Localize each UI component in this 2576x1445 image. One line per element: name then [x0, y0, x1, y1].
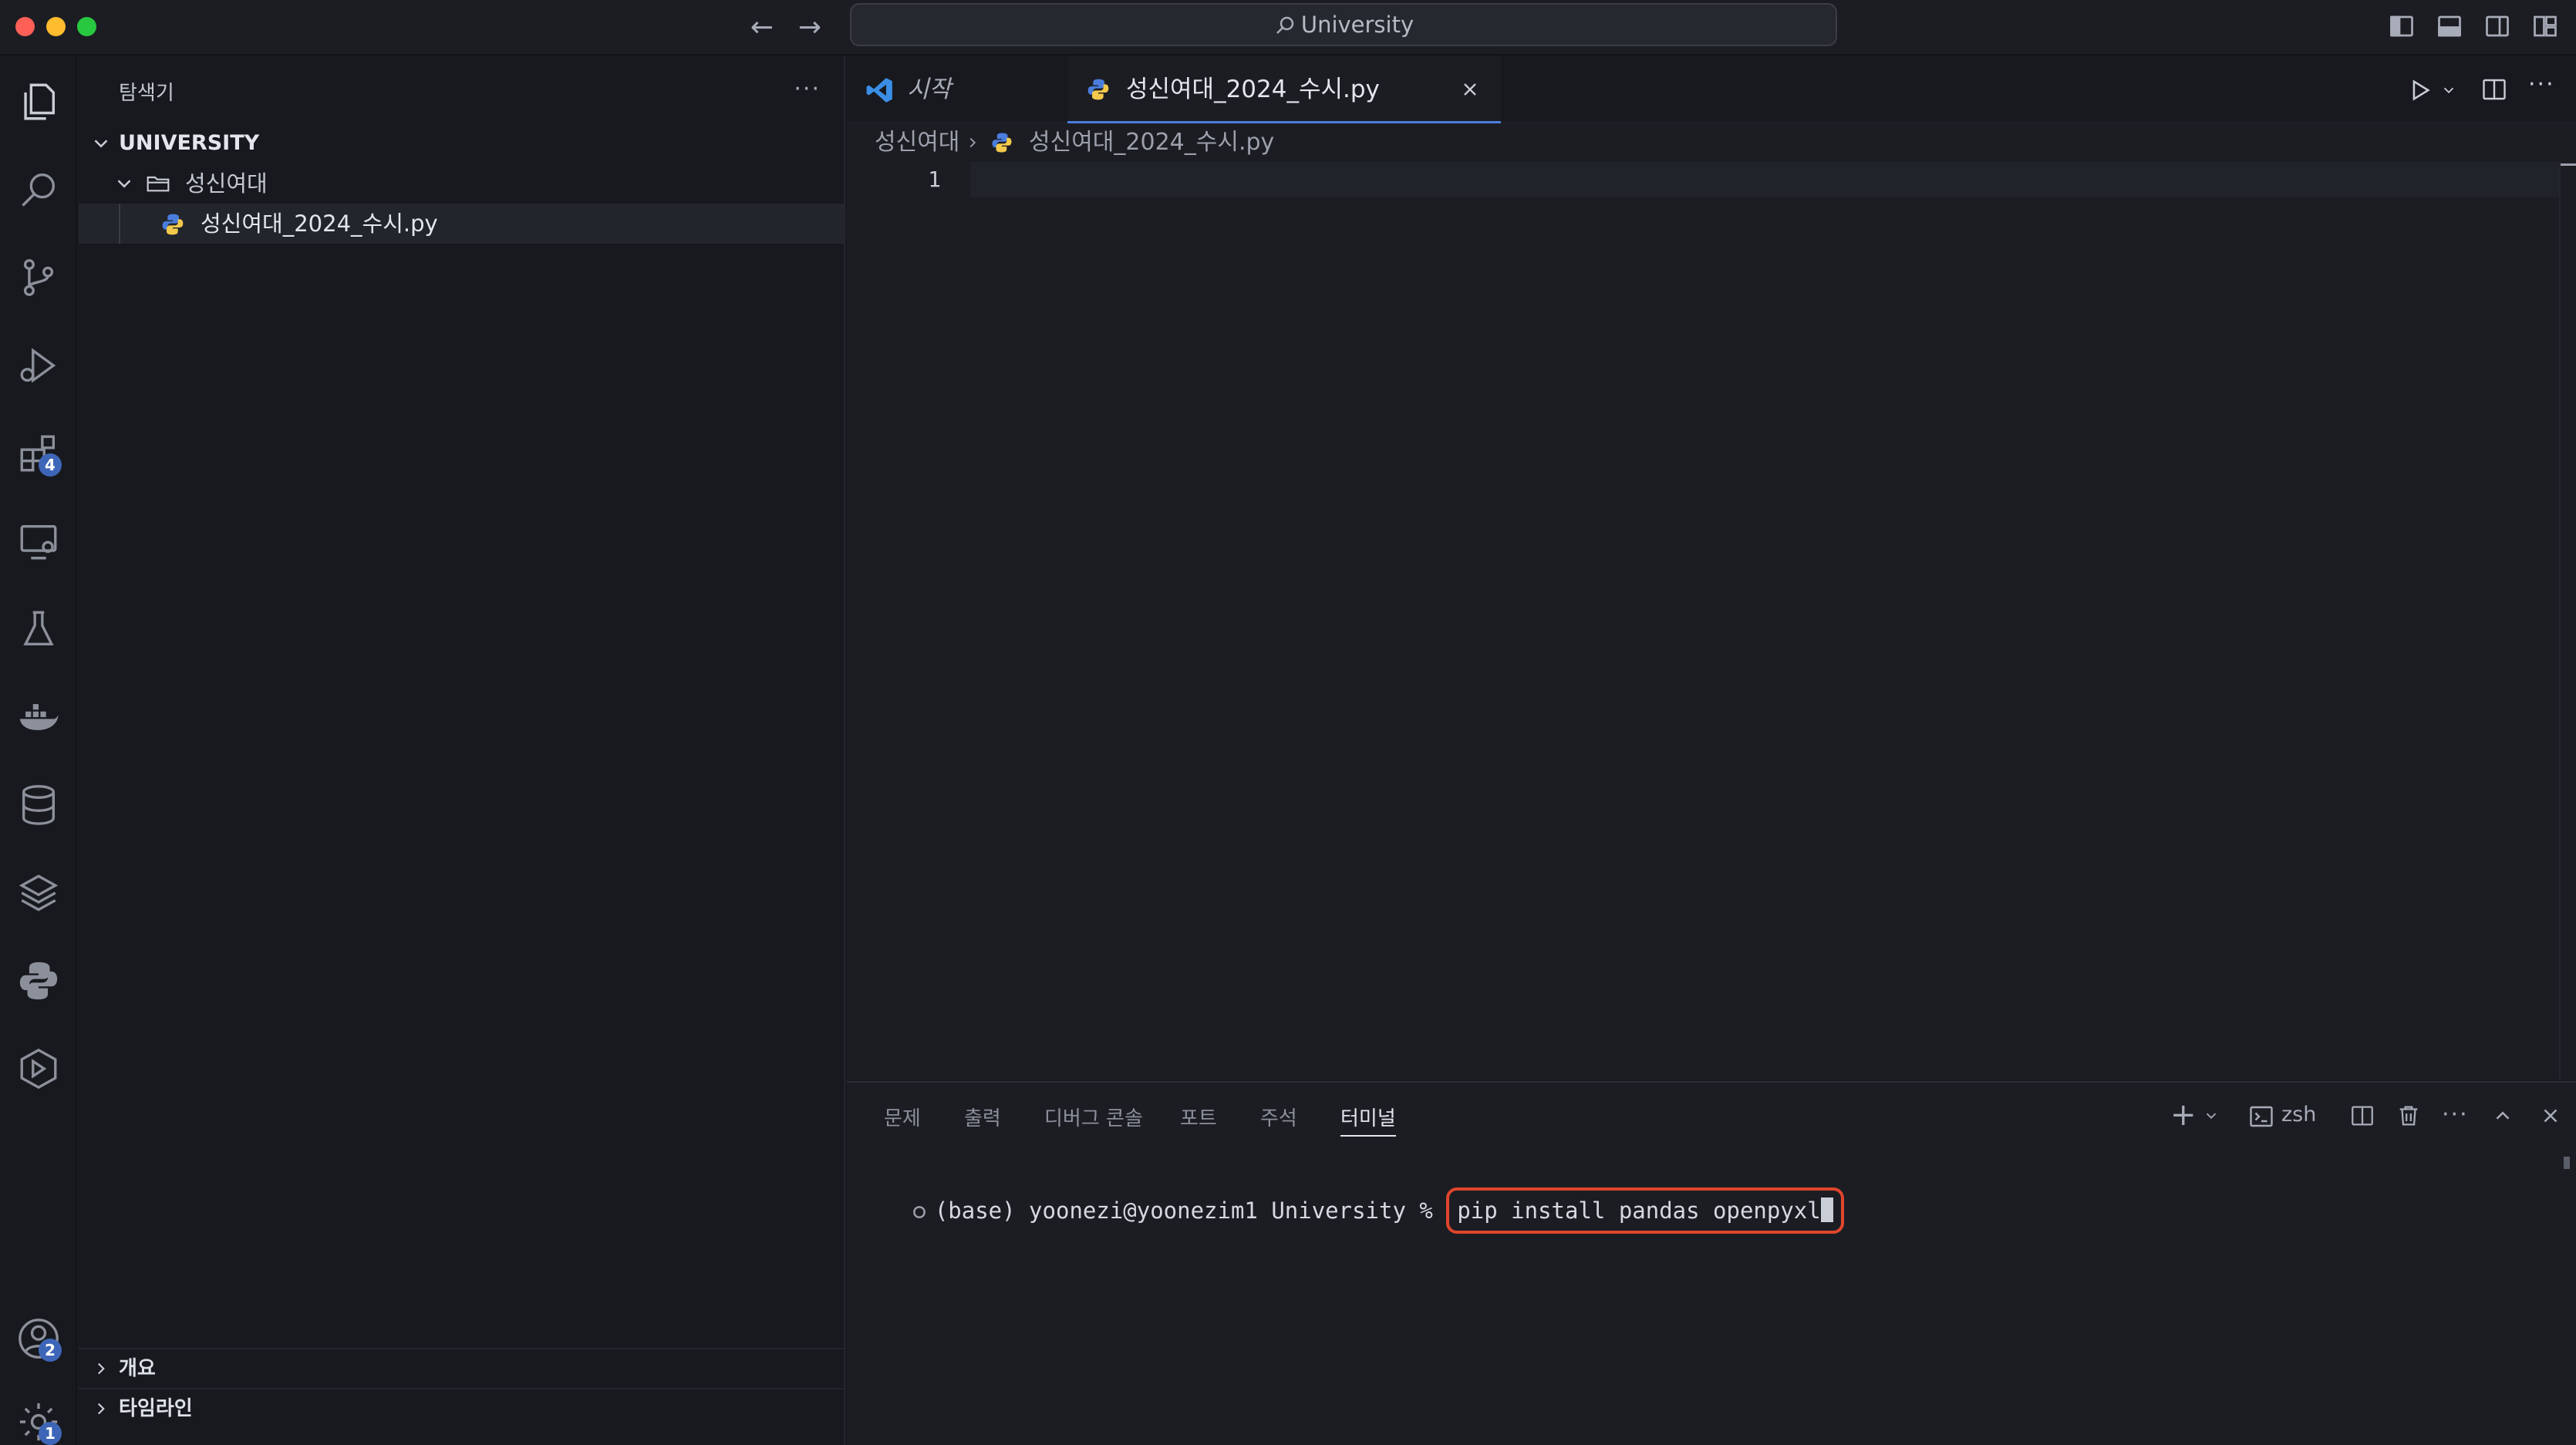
database-icon[interactable]: [14, 780, 63, 830]
command-status-circle-icon: [912, 1206, 926, 1218]
layers-icon[interactable]: [14, 868, 63, 918]
explorer-icon[interactable]: [14, 77, 63, 126]
sidebar-title: 탐색기: [119, 82, 174, 105]
tab-debug-console[interactable]: 디버그 콘솔: [1044, 1103, 1143, 1131]
terminal-icon: [2250, 1106, 2273, 1127]
maximize-panel-chevron-up-icon[interactable]: [2491, 1104, 2514, 1127]
settings-badge: 1: [39, 1422, 62, 1445]
workspace-root-row[interactable]: UNIVERSITY: [79, 123, 844, 163]
toggle-panel-icon[interactable]: [2436, 12, 2463, 40]
breadcrumb-file[interactable]: 성신여대_2024_수시.py: [1029, 123, 1274, 162]
accounts-icon[interactable]: 2: [14, 1314, 63, 1363]
terminal-prompt: (base) yoonezi@yoonezim1 University %: [934, 1197, 1447, 1224]
forward-arrow-icon[interactable]: →: [791, 9, 828, 46]
current-line-highlight: [970, 162, 2561, 197]
chevron-down-icon: [117, 180, 131, 188]
python-file-icon: [992, 133, 1012, 153]
search-icon: [1276, 16, 1294, 34]
folder-open-icon: [147, 176, 170, 192]
folder-row[interactable]: 성신여대: [79, 163, 844, 204]
minimap-cursor-marker: [2561, 163, 2576, 166]
breadcrumb-folder[interactable]: 성신여대: [875, 123, 959, 162]
close-tab-icon[interactable]: [1459, 79, 1481, 100]
line-number: 1: [928, 167, 941, 192]
tab-welcome-label: 시작: [907, 76, 952, 103]
timeline-section[interactable]: 타임라인: [79, 1388, 844, 1428]
editor-tabs: 시작 성신여대_2024_수시.py ···: [847, 56, 2576, 123]
chevron-right-icon: [969, 137, 976, 148]
tab-ports[interactable]: 포트: [1180, 1103, 1217, 1131]
tab-python-file[interactable]: 성신여대_2024_수시.py: [1067, 56, 1501, 123]
code-editor[interactable]: 1: [847, 162, 2561, 1080]
back-arrow-icon[interactable]: ←: [743, 9, 781, 46]
settings-gear-icon[interactable]: 1: [14, 1397, 63, 1445]
chevron-down-icon: [94, 140, 108, 148]
timeline-label: 타임라인: [119, 1397, 193, 1420]
file-label: 성신여대_2024_수시.py: [201, 211, 438, 237]
bottom-panel: 문제 출력 디버그 콘솔 포트 주석 터미널 + zsh ··· (base) …: [847, 1081, 2576, 1445]
chevron-down-icon[interactable]: [2440, 82, 2457, 99]
chevron-right-icon: [97, 1403, 105, 1415]
folder-label: 성신여대: [185, 170, 268, 197]
tab-problems[interactable]: 문제: [884, 1103, 921, 1131]
new-terminal-plus-icon[interactable]: +: [2170, 1100, 2197, 1130]
close-panel-icon[interactable]: [2539, 1104, 2562, 1127]
active-tab-underline: [1340, 1135, 1396, 1137]
extensions-icon[interactable]: 4: [14, 429, 63, 478]
title-bar: ← → University: [0, 0, 2576, 56]
split-terminal-icon[interactable]: [2349, 1103, 2375, 1129]
testing-icon[interactable]: [14, 605, 63, 654]
docker-icon[interactable]: [14, 692, 63, 742]
python-icon[interactable]: [14, 956, 63, 1005]
close-window-button[interactable]: [15, 17, 35, 36]
split-editor-icon[interactable]: [2480, 76, 2508, 103]
activity-bar: 4 2 1: [0, 56, 77, 1445]
outline-section[interactable]: 개요: [79, 1348, 844, 1388]
search-icon[interactable]: [14, 165, 63, 214]
run-debug-icon[interactable]: [14, 341, 63, 390]
file-row[interactable]: 성신여대_2024_수시.py: [79, 204, 844, 244]
terminal-prompt-line[interactable]: (base) yoonezi@yoonezim1 University % pi…: [858, 1149, 1844, 1234]
editor-more-actions-icon[interactable]: ···: [2528, 71, 2555, 98]
tab-comments[interactable]: 주석: [1260, 1103, 1297, 1131]
terminal-command: pip install pandas openpyxl: [1457, 1197, 1821, 1224]
chevron-right-icon: [97, 1362, 105, 1375]
terminal-cursor: [1820, 1197, 1833, 1222]
maximize-window-button[interactable]: [77, 17, 96, 36]
source-control-icon[interactable]: [14, 253, 63, 302]
extension-view-icon[interactable]: [14, 1044, 63, 1093]
tab-python-file-label: 성신여대_2024_수시.py: [1126, 76, 1380, 103]
extensions-badge: 4: [39, 453, 62, 477]
toggle-secondary-sidebar-icon[interactable]: [2483, 12, 2511, 40]
panel-more-actions-icon[interactable]: ···: [2442, 1100, 2469, 1130]
customize-layout-icon[interactable]: [2531, 12, 2559, 40]
python-file-icon: [1087, 79, 1109, 100]
trash-icon[interactable]: [2396, 1103, 2422, 1129]
minimize-window-button[interactable]: [46, 17, 66, 36]
editor-scrollbar[interactable]: [2559, 162, 2576, 1080]
toggle-primary-sidebar-icon[interactable]: [2388, 12, 2416, 40]
python-file-icon: [162, 214, 184, 235]
tab-welcome[interactable]: 시작: [847, 56, 1067, 123]
outline-label: 개요: [119, 1357, 156, 1380]
terminal-command-highlight: pip install pandas openpyxl: [1446, 1187, 1844, 1234]
tab-terminal[interactable]: 터미널: [1340, 1103, 1396, 1131]
breadcrumb: 성신여대 성신여대_2024_수시.py: [847, 123, 2576, 162]
terminal-shell-name[interactable]: zsh: [2281, 1100, 2316, 1130]
explorer-sidebar: 탐색기 ··· UNIVERSITY 성신여대 성신여대_2024_수시.py …: [79, 56, 845, 1445]
workspace-name: University: [1300, 12, 1414, 38]
remote-explorer-icon[interactable]: [14, 517, 63, 566]
vscode-logo-icon: [866, 78, 892, 103]
indent-guide: [119, 204, 120, 244]
command-center-search[interactable]: University: [850, 3, 1837, 46]
more-actions-icon[interactable]: ···: [794, 76, 821, 103]
workspace-root-label: UNIVERSITY: [119, 131, 260, 155]
accounts-badge: 2: [39, 1339, 62, 1362]
run-python-file-icon[interactable]: [2406, 77, 2433, 103]
terminal-scrollbar[interactable]: [2564, 1157, 2570, 1169]
tab-output[interactable]: 출력: [964, 1103, 1001, 1131]
chevron-down-icon[interactable]: [2203, 1107, 2220, 1124]
